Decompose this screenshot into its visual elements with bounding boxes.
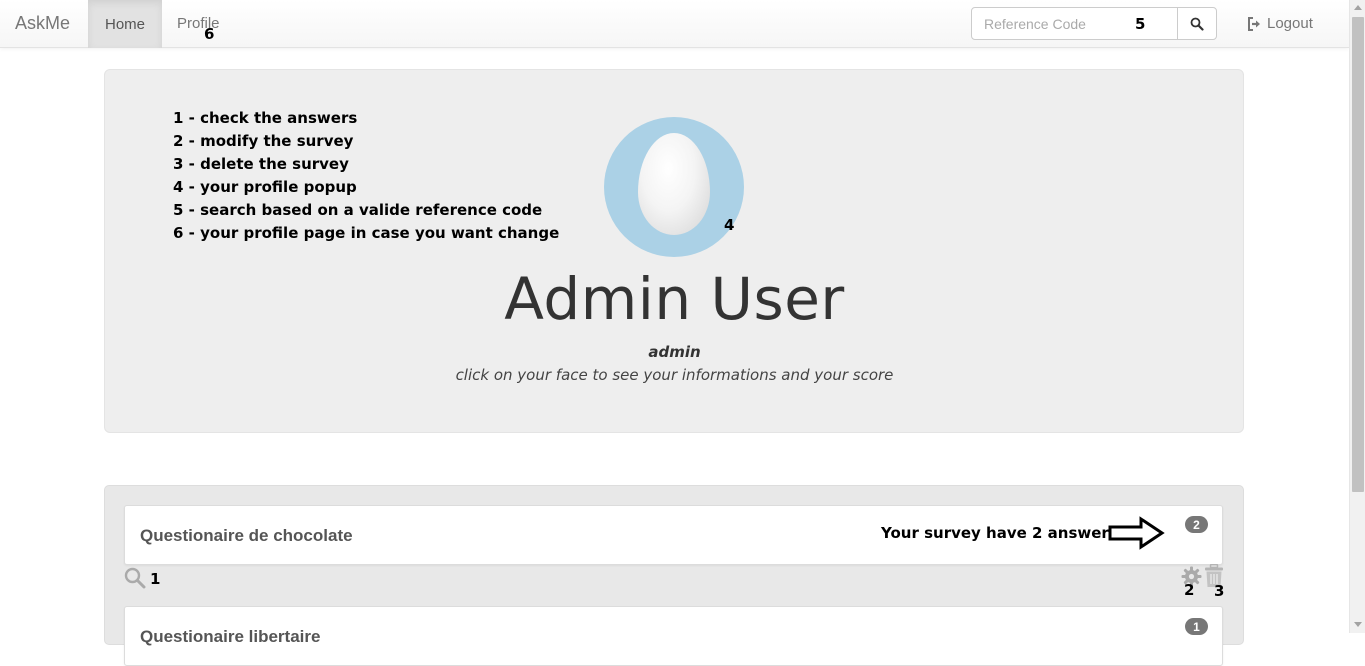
annotation-modify-number: 2 [1184,581,1195,599]
answers-note: Your survey have 2 answers [881,524,1118,542]
survey-card[interactable]: Questionaire libertaire [124,606,1223,666]
annotation-check-number: 1 [150,570,161,588]
nav-home[interactable]: Home [88,0,162,48]
annotation-profile-number: 6 [204,25,215,43]
legend-item: 5 - search based on a valide reference c… [173,201,543,219]
answers-count-badge: 2 [1185,516,1208,533]
profile-full-name: Admin User [504,265,845,333]
annotation-legend: 1 - check the answers 2 - modify the sur… [173,110,559,248]
search-button[interactable] [1177,7,1217,40]
profile-hint: click on your face to see your informati… [455,366,894,384]
legend-item: 1 - check the answers [173,109,358,127]
page-scrollbar[interactable] [1349,0,1365,633]
legend-item: 3 - delete the survey [173,155,349,173]
annotation-avatar-number: 4 [724,216,735,234]
annotation-delete-number: 3 [1214,582,1225,600]
survey-title: Questionaire libertaire [140,627,321,646]
annotation-search-number: 5 [1135,15,1146,33]
answers-count-badge: 1 [1185,618,1208,635]
magnifier-icon[interactable] [124,567,146,589]
scroll-thumb[interactable] [1352,17,1364,492]
profile-username: admin [648,343,701,361]
logout-label: Logout [1267,15,1313,32]
legend-item: 6 - your profile page in case you want c… [173,224,560,242]
reference-code-input[interactable] [971,7,1178,40]
search-icon [1190,17,1204,31]
nav-home-label: Home [104,15,145,33]
navbar: AskMe Home Profile Logout [0,0,1349,48]
scroll-down-arrow[interactable] [1354,622,1362,627]
egg-avatar-icon [638,133,710,235]
logout-link[interactable]: Logout [1247,15,1313,32]
scroll-up-arrow[interactable] [1354,5,1362,10]
logout-icon [1248,16,1260,31]
avatar[interactable] [604,117,744,257]
arrow-right-icon [1108,516,1165,550]
brand-logo[interactable]: AskMe [15,13,70,34]
survey-title: Questionaire de chocolate [140,526,353,545]
legend-item: 4 - your profile popup [173,178,357,196]
legend-item: 2 - modify the survey [173,132,354,150]
